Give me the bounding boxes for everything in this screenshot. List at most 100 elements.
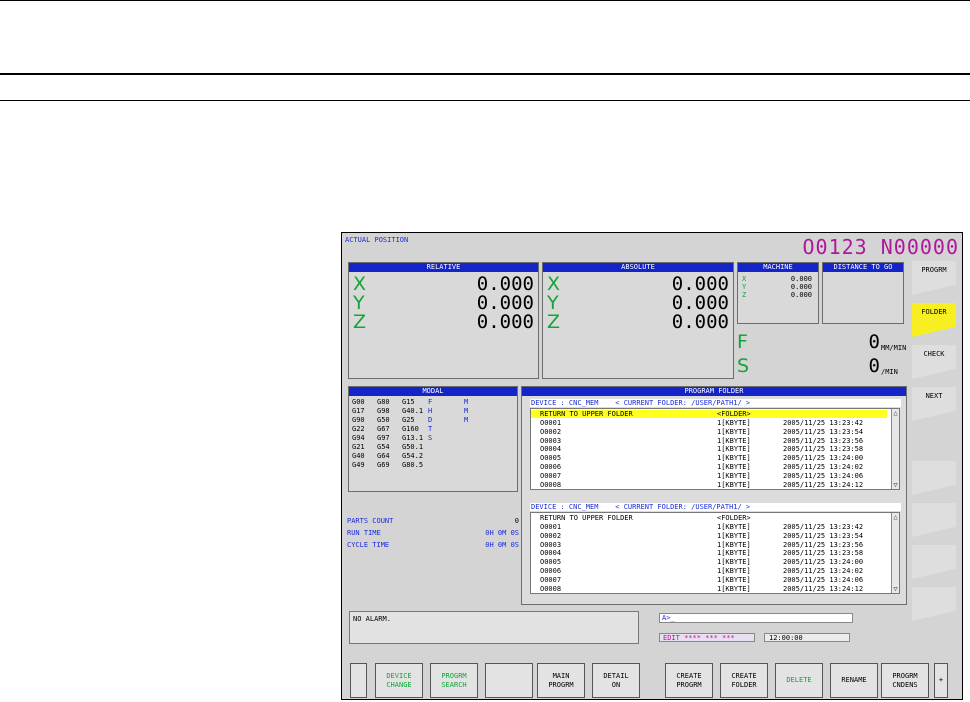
spindle-letter: S — [737, 355, 750, 377]
file-size: 1[KBYTE] — [717, 584, 751, 593]
side-softkey[interactable] — [912, 587, 956, 621]
file-row[interactable]: O0004 1[KBYTE] 2005/11/25 13:23:58 — [531, 549, 887, 557]
file-row[interactable]: O0005 1[KBYTE] 2005/11/25 13:24:00 — [531, 558, 887, 566]
folder-up-row[interactable]: RETURN TO UPPER FOLDER <FOLDER> — [531, 514, 887, 522]
screen-title: ACTUAL POSITION — [345, 236, 409, 244]
axis-value: 0.000 — [790, 291, 812, 299]
status-time: 12:00:00 — [764, 633, 850, 642]
modal-cell: T — [428, 425, 433, 433]
file-row[interactable]: O0007 1[KBYTE] 2005/11/25 13:24:06 — [531, 576, 887, 584]
file-size: 1[KBYTE] — [717, 419, 751, 427]
alarm-box: NO ALARM. — [349, 611, 639, 644]
file-row[interactable]: O0001 1[KBYTE] 2005/11/25 13:23:42 — [531, 419, 887, 427]
file-date: 2005/11/25 13:24:12 — [783, 480, 864, 489]
file-size: 1[KBYTE] — [717, 523, 751, 531]
file-row[interactable]: O0002 1[KBYTE] 2005/11/25 13:23:54 — [531, 532, 887, 540]
modal-cell: G54.2 — [402, 452, 424, 460]
softkey[interactable]: CREATE FOLDER — [720, 663, 768, 698]
program-folder-panel: PROGRAM FOLDER DEVICE : CNC_MEM < CURREN… — [521, 386, 907, 605]
file-date: 2005/11/25 13:23:58 — [783, 549, 864, 558]
file-date: 2005/11/25 13:23:42 — [783, 523, 864, 531]
modal-cell: G00 — [352, 398, 365, 406]
file-size: 1[KBYTE] — [717, 454, 751, 463]
folder-up-row[interactable]: RETURN TO UPPER FOLDER <FOLDER> — [531, 410, 887, 418]
file-name: O0002 — [540, 427, 562, 436]
modal-cell: G80 — [377, 398, 390, 406]
file-size: 1[KBYTE] — [717, 445, 751, 454]
modal-cell: G21 — [352, 443, 365, 451]
modal-cell: G13.1 — [402, 434, 424, 442]
softkey[interactable] — [485, 663, 533, 698]
scroll-down-icon[interactable]: ▽ — [892, 481, 899, 489]
softkey[interactable]: PROGRM SEARCH — [430, 663, 478, 698]
input-line[interactable]: A>_ — [659, 613, 853, 623]
file-row[interactable]: O0004 1[KBYTE] 2005/11/25 13:23:58 — [531, 445, 887, 453]
file-row[interactable]: O0001 1[KBYTE] 2005/11/25 13:23:42 — [531, 523, 887, 531]
cycle-time-label: CYCLE TIME — [347, 541, 390, 549]
file-size: 1[KBYTE] — [717, 427, 751, 436]
header-rule-lower — [0, 100, 970, 101]
run-time-label: RUN TIME — [347, 529, 381, 537]
modal-cell: G25 — [402, 416, 415, 424]
file-date: 2005/11/25 13:24:12 — [783, 584, 864, 593]
scroll-up-icon[interactable]: △ — [892, 409, 899, 417]
file-date: 2005/11/25 13:23:42 — [783, 419, 864, 427]
file-row[interactable]: O0008 1[KBYTE] 2005/11/25 13:24:12 — [531, 585, 887, 593]
modal-cell: M — [464, 398, 469, 406]
file-row[interactable]: O0003 1[KBYTE] 2005/11/25 13:23:56 — [531, 437, 887, 445]
softkey[interactable]: MAIN PROGRM — [537, 663, 585, 698]
file-list: RETURN TO UPPER FOLDER <FOLDER> O0001 1[KBY… — [530, 512, 900, 594]
modal-panel: MODAL G00 G80 G15 F M G17 G98 G40.1 H M G90 G50 G2… — [348, 386, 518, 492]
device-line: DEVICE : CNC_MEM < CURRENT FOLDER: /USER… — [530, 399, 901, 407]
file-size: 1[KBYTE] — [717, 567, 751, 575]
scroll-down-icon[interactable]: ▽ — [892, 585, 899, 593]
status-mode: EDIT **** *** *** — [659, 633, 755, 642]
file-size: 1[KBYTE] — [717, 558, 751, 567]
cnc-screen: ACTUAL POSITION O0123 N00000 RELATIVE X … — [341, 232, 963, 700]
softkey[interactable]: DETAIL ON — [592, 663, 640, 698]
scrollbar[interactable]: △ ▽ — [891, 513, 899, 593]
file-date: 2005/11/25 13:24:06 — [783, 575, 864, 584]
file-row[interactable]: O0006 1[KBYTE] 2005/11/25 13:24:02 — [531, 463, 887, 471]
file-row[interactable]: O0002 1[KBYTE] 2005/11/25 13:23:54 — [531, 428, 887, 436]
file-row[interactable]: O0006 1[KBYTE] 2005/11/25 13:24:02 — [531, 567, 887, 575]
scroll-up-icon[interactable]: △ — [892, 513, 899, 521]
softkey[interactable]: CREATE PROGRM — [665, 663, 713, 698]
side-softkey[interactable]: NEXT — [912, 387, 956, 421]
relative-z-row: Z 0.000 — [353, 313, 534, 332]
file-name: RETURN TO UPPER FOLDER — [540, 514, 633, 522]
side-softkey[interactable] — [912, 503, 956, 537]
scrollbar[interactable]: △ ▽ — [891, 409, 899, 489]
softkey[interactable]: RENAME — [830, 663, 878, 698]
file-name: O0007 — [540, 471, 562, 480]
axis-letter: Z — [353, 311, 367, 333]
top-rule — [0, 0, 970, 1]
file-date: 2005/11/25 13:23:54 — [783, 531, 864, 540]
axis-value: 0.000 — [476, 311, 534, 333]
softkey[interactable]: DELETE — [775, 663, 823, 698]
softkey[interactable]: + — [934, 663, 948, 698]
file-size: 1[KBYTE] — [717, 531, 751, 540]
softkey-return[interactable] — [350, 663, 367, 698]
file-row[interactable]: O0005 1[KBYTE] 2005/11/25 13:24:00 — [531, 454, 887, 462]
side-softkey[interactable]: PROGRM — [912, 261, 956, 295]
side-softkey[interactable] — [912, 545, 956, 579]
file-row[interactable]: O0007 1[KBYTE] 2005/11/25 13:24:06 — [531, 472, 887, 480]
modal-cell: G50.1 — [402, 443, 424, 451]
machine-x-row: X 0.000 — [742, 275, 812, 283]
side-softkey[interactable] — [912, 461, 956, 495]
file-row[interactable]: O0008 1[KBYTE] 2005/11/25 13:24:12 — [531, 481, 887, 489]
side-softkey[interactable]: FOLDER — [912, 303, 956, 337]
run-time-value: 0H 0M 0S — [485, 529, 519, 537]
spindle-unit: /MIN — [881, 368, 898, 376]
modal-cell: D — [428, 416, 433, 424]
modal-cell: M — [464, 416, 469, 424]
side-softkey[interactable]: CHECK — [912, 345, 956, 379]
softkey[interactable]: DEVICE CHANGE — [375, 663, 423, 698]
file-row[interactable]: O0003 1[KBYTE] 2005/11/25 13:23:56 — [531, 541, 887, 549]
file-date: 2005/11/25 13:24:06 — [783, 471, 864, 480]
file-size: 1[KBYTE] — [717, 549, 751, 558]
axis-letter: Z — [547, 311, 561, 333]
softkey[interactable]: PROGRM CNDENS — [881, 663, 929, 698]
modal-cell: G50 — [377, 416, 390, 424]
